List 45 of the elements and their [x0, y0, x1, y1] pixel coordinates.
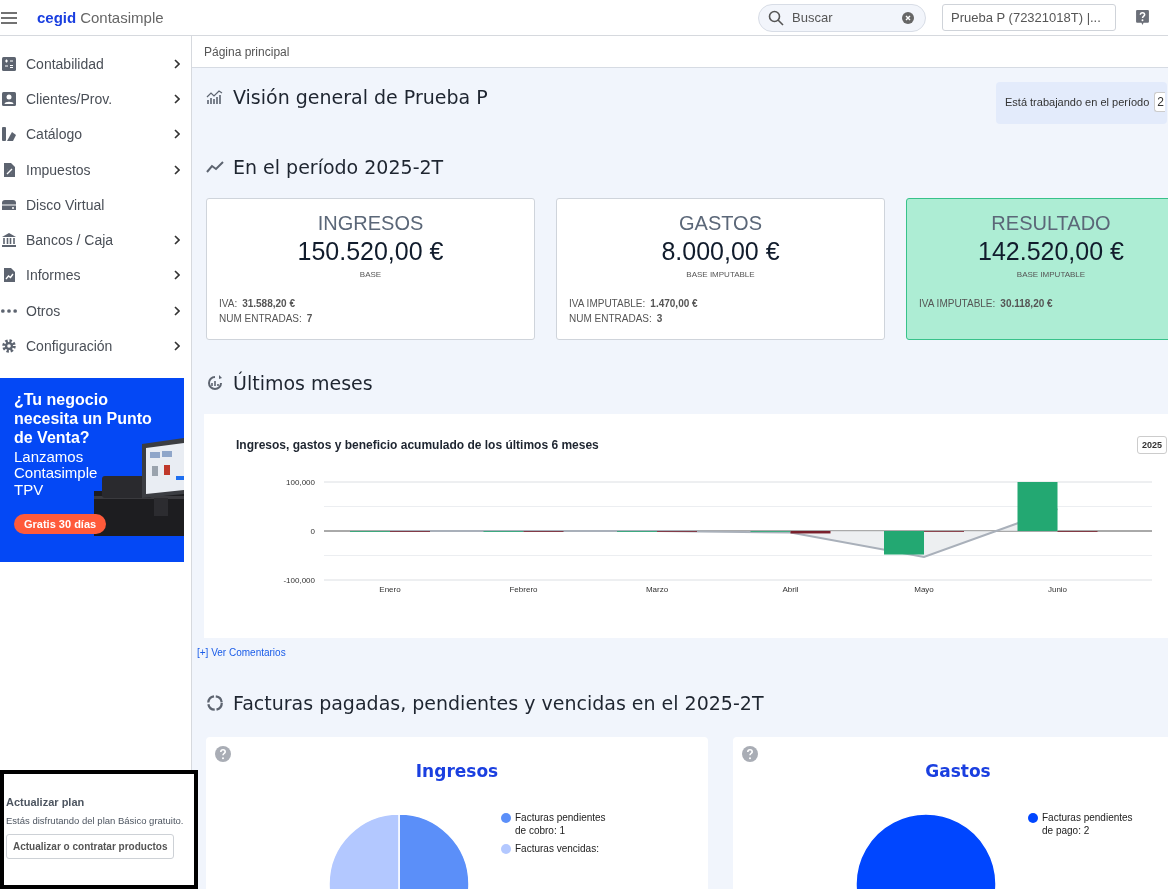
section-title: Últimos meses [233, 372, 373, 394]
axis-label: Marzo [645, 585, 669, 594]
card-amount: 142.520,00 € [977, 237, 1125, 266]
logo-product: Contasimple [80, 9, 164, 26]
chart-title: Ingresos, gastos y beneficio acumulado de los últimos 6 meses [236, 438, 599, 452]
detail-value: 30.118,20 € [1000, 297, 1053, 311]
banner-text: Lanzamos Contasimple TPV [14, 448, 99, 499]
axis-label: Enero [379, 585, 401, 594]
axis-label: 100,000 [286, 478, 315, 487]
legend-label: Facturas pendientes de cobro: 1 [515, 812, 607, 837]
card-title: GASTOS [678, 212, 763, 235]
legend-label: Facturas pendientes de pago: 2 [1042, 812, 1134, 837]
upgrade-title: Actualizar plan [6, 796, 86, 808]
card-amount: 8.000,00 € [660, 237, 781, 266]
detail-label: NUM ENTRADAS: [569, 311, 652, 326]
banner-headline: ¿Tu negocio necesita un Punto de Venta? [14, 389, 153, 447]
detail-label: NUM ENTRADAS: [219, 311, 302, 326]
axis-label: -100,000 [283, 576, 315, 585]
chart-title: Gastos [924, 761, 992, 781]
card-amount: 150.520,00 € [296, 237, 445, 266]
section-title: Facturas pagadas, pendientes y vencidas en el 2025-2T [233, 692, 764, 714]
card-title: RESULTADO [990, 212, 1112, 235]
axis-label: Mayo [914, 585, 934, 594]
axis-label: 0 [310, 527, 315, 536]
detail-value: 3 [656, 311, 663, 326]
detail-label: IVA: [219, 297, 238, 311]
chart-title: Ingresos [414, 761, 500, 781]
section-title: Visión general de Prueba P [233, 86, 488, 108]
period-label: Está trabajando en el período [1005, 96, 1150, 108]
axis-label: Febrero [509, 585, 538, 594]
axis-label: Abril [782, 585, 799, 594]
legend-label: Facturas vencidas: [515, 843, 599, 856]
amount-label: BASE IMPUTABLE [1015, 270, 1087, 279]
amount-label: BASE IMPUTABLE [685, 270, 756, 279]
detail-value: 7 [306, 311, 313, 326]
section-title: En el período 2025-2T [233, 156, 444, 178]
card-title: INGRESOS [316, 212, 425, 235]
logo-brand: cegid [37, 9, 77, 26]
detail-value: 31.588,20 € [242, 297, 295, 311]
detail-label: IVA IMPUTABLE: [919, 297, 996, 311]
amount-label: BASE [358, 270, 383, 279]
detail-label: IVA IMPUTABLE: [569, 297, 646, 311]
upgrade-text: Estás disfrutando del plan Básico gratuito. [6, 814, 185, 828]
axis-label: Junio [1047, 585, 1068, 594]
detail-value: 1.470,00 € [650, 297, 698, 311]
